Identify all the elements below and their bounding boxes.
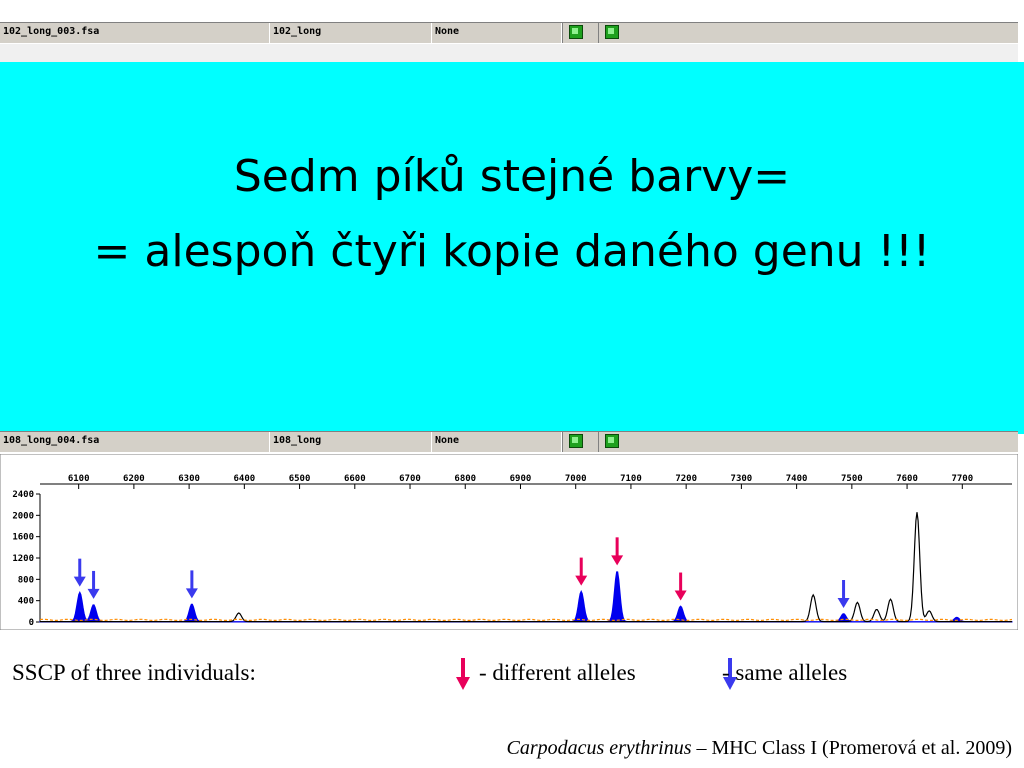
checkbox-icon[interactable] [605, 434, 619, 448]
x-tick-label: 7200 [675, 474, 697, 484]
statement-line-2: = alespoň čtyři kopie daného genu !!! [93, 226, 931, 277]
y-tick-label: 2000 [12, 511, 34, 521]
sample-row-102[interactable]: 102_long_003.fsa 102_long None [0, 22, 1018, 44]
checkbox-icon[interactable] [569, 25, 583, 39]
checkbox-icon[interactable] [605, 25, 619, 39]
x-tick-label: 7100 [620, 474, 642, 484]
sample-name: 108_long [270, 432, 432, 452]
file-name: 102_long_003.fsa [0, 23, 270, 43]
citation: Carpodacus erythrinus – MHC Class I (Pro… [506, 737, 1012, 760]
x-tick-label: 7000 [565, 474, 587, 484]
row-gap [0, 44, 1018, 62]
x-tick-label: 6800 [454, 474, 476, 484]
legend-different: - different alleles [479, 660, 636, 685]
x-tick-label: 6100 [68, 474, 90, 484]
x-tick-label: 6400 [233, 474, 255, 484]
different-allele-arrow-icon [456, 658, 470, 690]
y-tick-label: 0 [29, 618, 34, 628]
status-value: None [432, 23, 562, 43]
x-tick-label: 7600 [896, 474, 918, 484]
citation-rest: – MHC Class I (Promerová et al. 2009) [691, 737, 1012, 759]
electropherogram-chart: 6100 6200 6300 6400 6500 6600 6700 6800 6900 7000… [0, 454, 1018, 630]
checkbox-cell-2[interactable] [598, 432, 627, 452]
x-tick-label: 6300 [178, 474, 200, 484]
y-tick-label: 800 [18, 575, 34, 585]
y-tick-label: 1600 [12, 533, 34, 543]
x-tick-label: 7500 [841, 474, 863, 484]
x-tick-label: 7400 [786, 474, 808, 484]
citation-species: Carpodacus erythrinus [506, 737, 692, 759]
file-name: 108_long_004.fsa [0, 432, 270, 452]
x-tick-label: 7300 [731, 474, 753, 484]
x-tick-label: 6500 [289, 474, 311, 484]
x-tick-label: 7700 [951, 474, 973, 484]
legend-lead: SSCP of three individuals: [12, 660, 256, 685]
legend-same: - same alleles [722, 660, 848, 685]
statement-overlay: Sedm píků stejné barvy= = alespoň čtyři … [0, 62, 1024, 434]
checkbox-cell-2[interactable] [598, 23, 627, 43]
x-tick-label: 6200 [123, 474, 145, 484]
checkbox-cell-1[interactable] [562, 432, 591, 452]
sample-row-108[interactable]: 108_long_004.fsa 108_long None [0, 431, 1018, 453]
sample-name: 102_long [270, 23, 432, 43]
statement-line-1: Sedm píků stejné barvy= [233, 151, 791, 202]
x-tick-label: 6600 [344, 474, 366, 484]
y-tick-label: 1200 [12, 554, 34, 564]
status-value: None [432, 432, 562, 452]
checkbox-cell-1[interactable] [562, 23, 591, 43]
x-tick-label: 6700 [399, 474, 421, 484]
x-tick-label: 6900 [510, 474, 532, 484]
y-tick-label: 2400 [12, 490, 34, 500]
y-tick-label: 400 [18, 597, 34, 607]
checkbox-icon[interactable] [569, 434, 583, 448]
